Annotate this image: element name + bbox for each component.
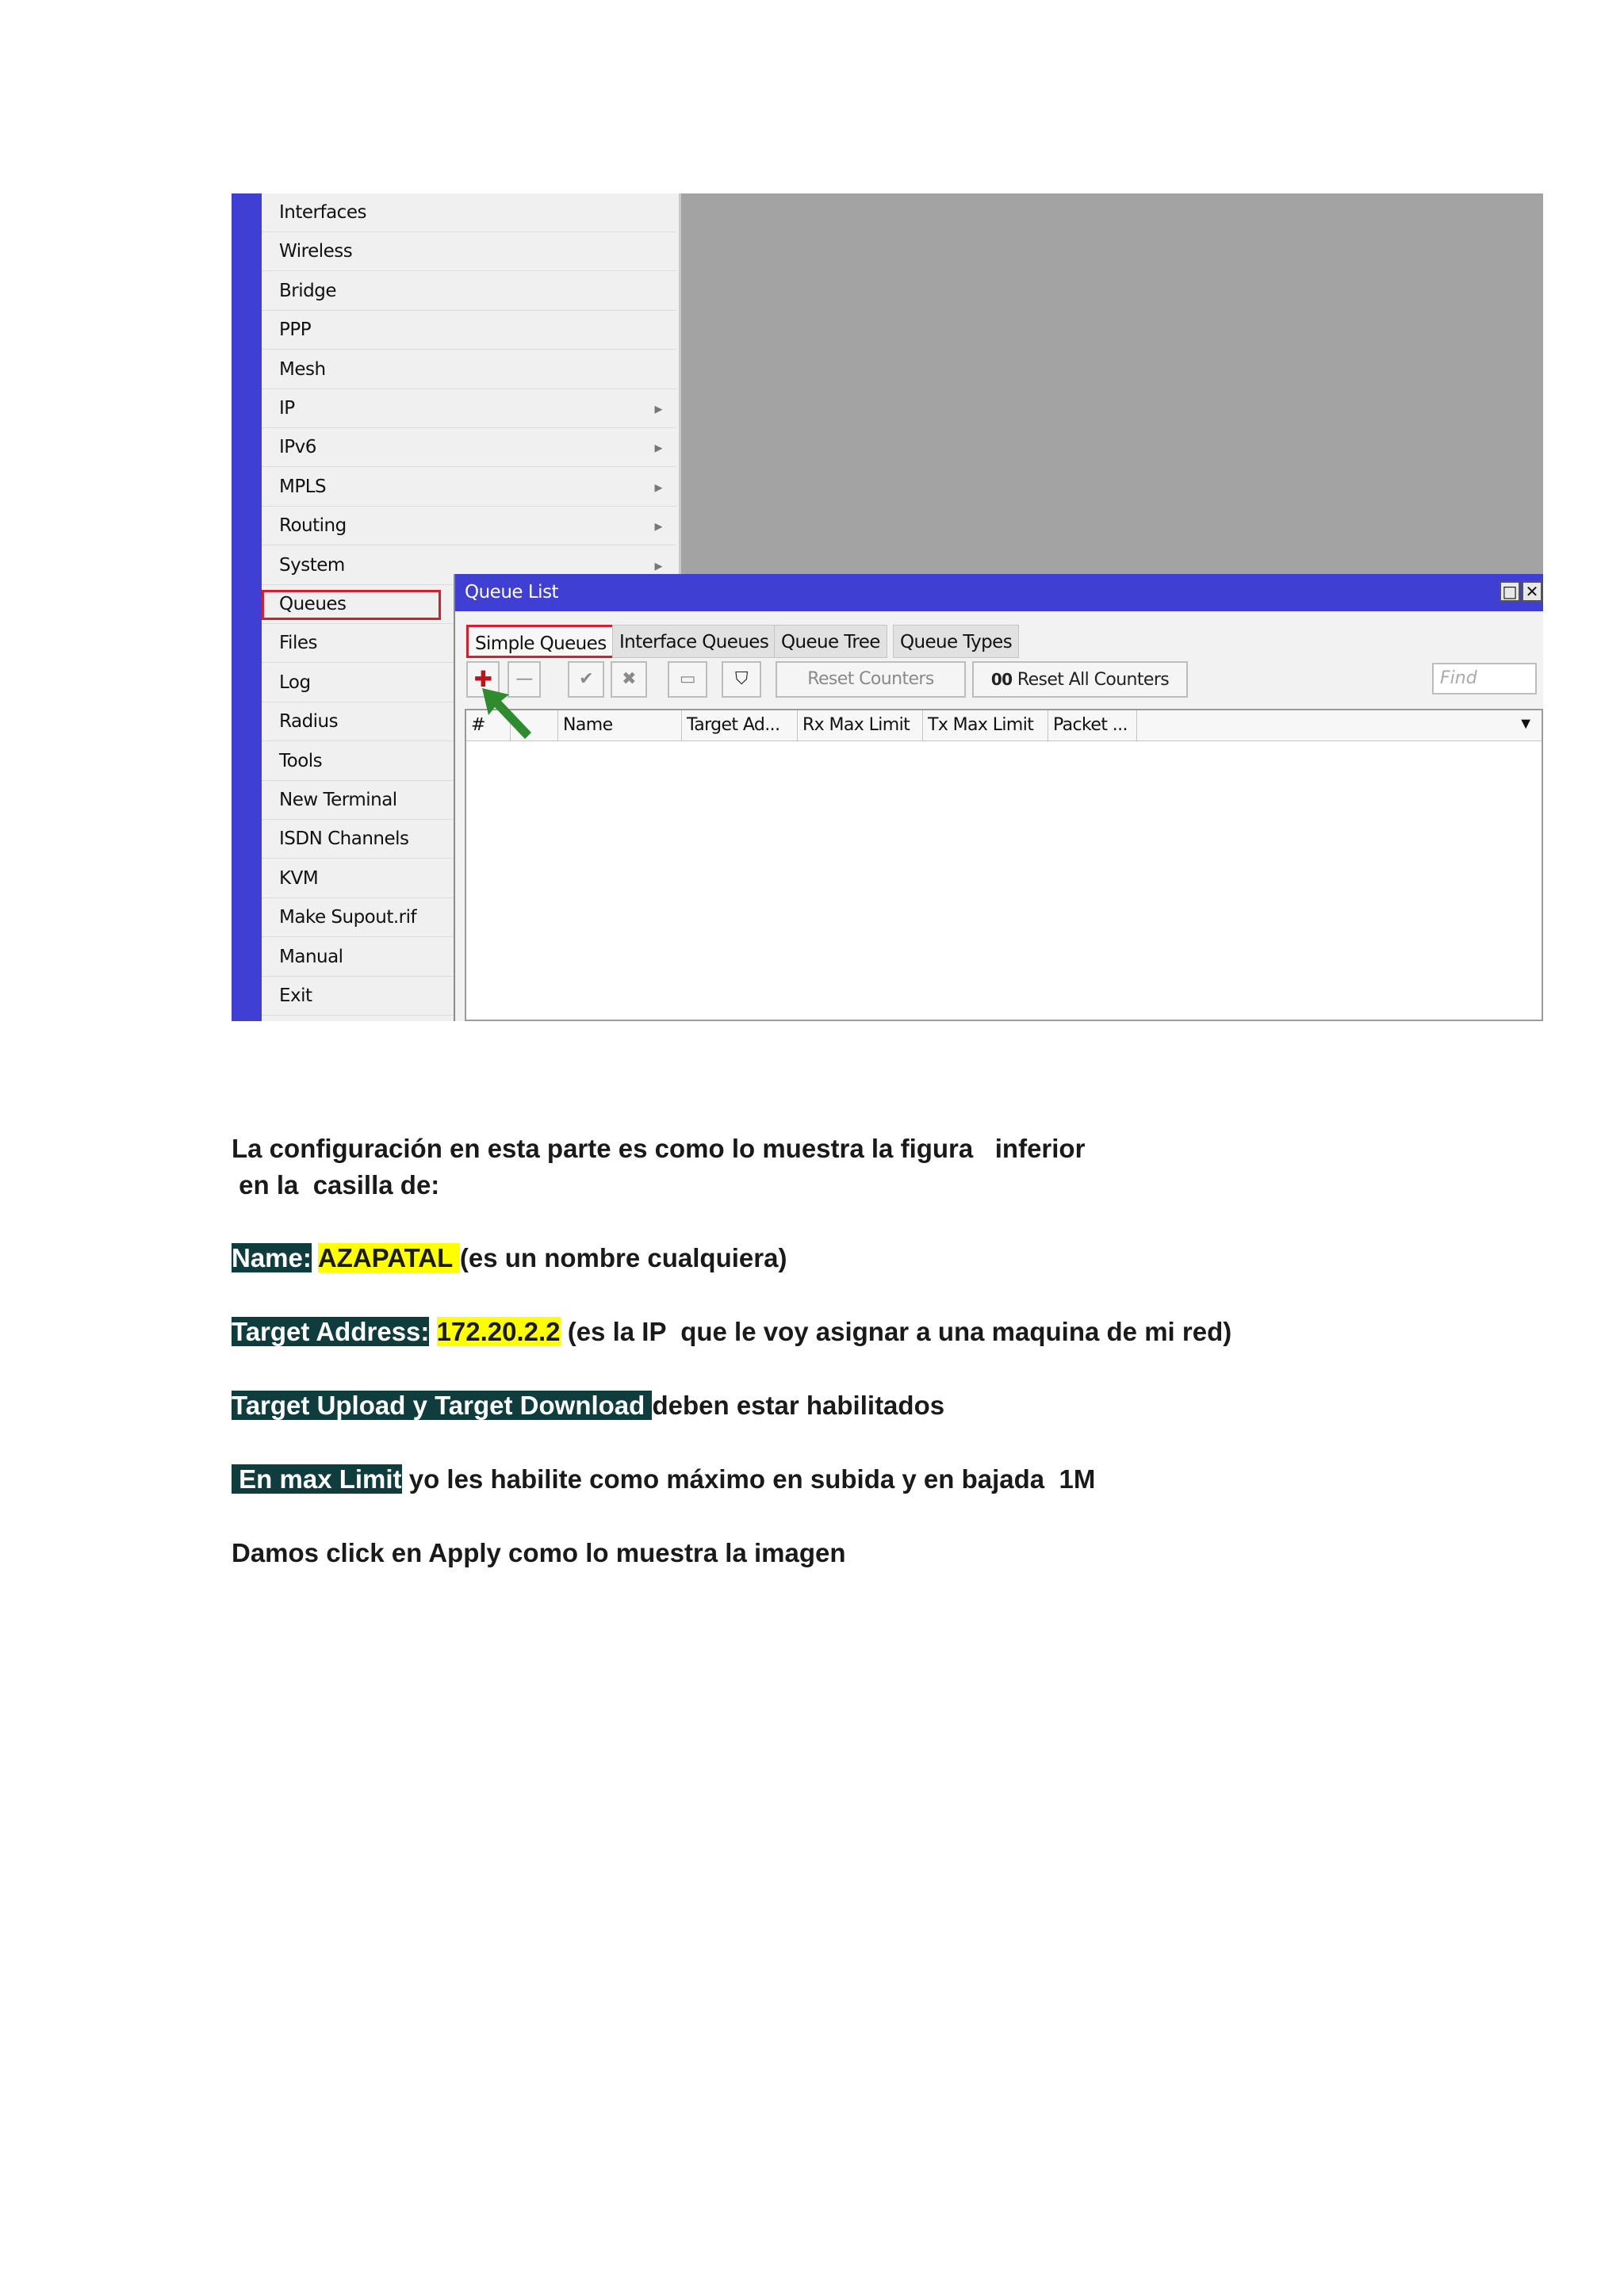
maxlimit-label: En max Limit bbox=[232, 1464, 402, 1494]
sidebar-item-label: Routing bbox=[279, 515, 347, 537]
sidebar-item-label: Files bbox=[279, 633, 317, 654]
column-name[interactable]: Name bbox=[558, 710, 682, 740]
submenu-arrow-icon: ▸ bbox=[654, 399, 662, 418]
target-value: 172.20.2.2 bbox=[436, 1317, 561, 1346]
sidebar-item-label: Log bbox=[279, 672, 311, 693]
sidebar-item-label: System bbox=[279, 554, 345, 576]
sidebar-item-bridge[interactable]: Bridge bbox=[262, 272, 676, 311]
name-note: (es un nombre cualquiera) bbox=[459, 1243, 787, 1272]
column-dropdown-icon[interactable]: ▼ bbox=[1518, 715, 1534, 733]
sidebar-item-label: New Terminal bbox=[279, 790, 397, 810]
sidebar-item-label: Manual bbox=[279, 946, 343, 967]
column-rx-max-limit[interactable]: Rx Max Limit bbox=[798, 710, 923, 740]
column-packet-marks[interactable]: Packet ... bbox=[1048, 710, 1137, 740]
close-window-icon[interactable]: ✕ bbox=[1522, 581, 1542, 602]
sidebar-item-label: KVM bbox=[279, 867, 319, 889]
sidebar-item-interfaces[interactable]: Interfaces bbox=[262, 193, 676, 232]
find-input[interactable]: Find bbox=[1432, 663, 1537, 695]
reset-all-counters-label: Reset All Counters bbox=[1017, 670, 1170, 690]
sidebar-item-wireless[interactable]: Wireless bbox=[262, 232, 676, 272]
maxlimit-instruction: En max Limit yo les habilite como máximo… bbox=[232, 1464, 1095, 1494]
tab-simple-queues[interactable]: Simple Queues bbox=[466, 625, 615, 658]
queues-highlight-box bbox=[262, 590, 441, 620]
sidebar-item-label: IP bbox=[279, 398, 295, 419]
reset-counters-label: Reset Counters bbox=[807, 669, 934, 689]
name-label: Name: bbox=[232, 1243, 312, 1272]
sidebar-item-label: Bridge bbox=[279, 280, 336, 301]
sidebar-item-label: Tools bbox=[279, 750, 323, 771]
target-label: Target Address: bbox=[232, 1317, 430, 1346]
table-header: # Name Target Ad... Rx Max Limit Tx Max … bbox=[466, 710, 1542, 741]
sidebar-item-label: Radius bbox=[279, 711, 339, 733]
counter-icon: 00 bbox=[990, 670, 1013, 689]
disable-icon[interactable]: ✖ bbox=[611, 661, 647, 698]
column-tx-max-limit[interactable]: Tx Max Limit bbox=[923, 710, 1048, 740]
column-target-address[interactable]: Target Ad... bbox=[682, 710, 798, 740]
queue-table: # Name Target Ad... Rx Max Limit Tx Max … bbox=[465, 709, 1543, 1021]
target-note: (es la IP que le voy asignar a una maqui… bbox=[560, 1317, 1232, 1346]
submenu-arrow-icon: ▸ bbox=[654, 438, 662, 457]
maxlimit-note: yo les habilite como máximo en subida y … bbox=[401, 1464, 1096, 1494]
intro-line-2: en la casilla de: bbox=[232, 1170, 440, 1200]
comment-icon[interactable]: ▭ bbox=[668, 661, 707, 698]
upload-note: deben estar habilitados bbox=[652, 1391, 945, 1420]
sidebar-item-label: Make Supout.rif bbox=[279, 907, 417, 928]
tab-interface-queues[interactable]: Interface Queues bbox=[612, 625, 776, 658]
tab-queue-types[interactable]: Queue Types bbox=[893, 625, 1020, 658]
sidebar-item-ipv6[interactable]: IPv6 ▸ bbox=[262, 428, 676, 468]
enable-icon[interactable]: ✔ bbox=[568, 661, 604, 698]
sidebar-item-label: Exit bbox=[279, 985, 312, 1006]
sidebar-item-mesh[interactable]: Mesh bbox=[262, 350, 676, 389]
reset-counters-button[interactable]: Reset Counters bbox=[776, 661, 966, 698]
sidebar-item-mpls[interactable]: MPLS ▸ bbox=[262, 468, 676, 507]
sidebar-item-label: MPLS bbox=[279, 476, 327, 497]
reset-all-counters-button[interactable]: 00 Reset All Counters bbox=[972, 661, 1188, 698]
sidebar-vertical-bar bbox=[232, 193, 262, 1021]
submenu-arrow-icon: ▸ bbox=[654, 516, 662, 536]
green-arrow-icon bbox=[482, 688, 531, 739]
tab-queue-tree[interactable]: Queue Tree bbox=[774, 625, 887, 658]
sidebar-item-label: Wireless bbox=[279, 241, 353, 262]
apply-instruction: Damos click en Apply como lo muestra la … bbox=[232, 1538, 846, 1567]
sidebar-item-label: ISDN Channels bbox=[279, 828, 409, 850]
upload-label: Target Upload y Target Download bbox=[232, 1391, 653, 1420]
restore-window-icon[interactable]: □ bbox=[1500, 581, 1520, 602]
name-instruction: Name: AZAPATAL (es un nombre cualquiera) bbox=[232, 1243, 787, 1273]
sidebar-item-label: PPP bbox=[279, 320, 312, 341]
sidebar-item-ip[interactable]: IP ▸ bbox=[262, 389, 676, 428]
upload-instruction: Target Upload y Target Download deben es… bbox=[232, 1391, 944, 1421]
filter-icon[interactable]: ⛉ bbox=[722, 661, 761, 698]
window-title: Queue List bbox=[455, 574, 1543, 611]
intro-line-1: La configuración en esta parte es como l… bbox=[232, 1134, 1086, 1163]
sidebar-item-routing[interactable]: Routing ▸ bbox=[262, 507, 676, 546]
target-instruction: Target Address: 172.20.2.2 (es la IP que… bbox=[232, 1317, 1231, 1347]
sidebar-item-label: IPv6 bbox=[279, 437, 316, 458]
sidebar-item-label: Interfaces bbox=[279, 202, 366, 223]
queue-list-window: Queue List □ ✕ Simple Queues Interface Q… bbox=[454, 574, 1543, 1021]
winbox-screenshot: Interfaces Wireless Bridge PPP Mesh IP ▸ IPv6 ▸ M… bbox=[232, 193, 1543, 1021]
submenu-arrow-icon: ▸ bbox=[654, 476, 662, 496]
sidebar-item-ppp[interactable]: PPP bbox=[262, 311, 676, 350]
sidebar-item-label: Mesh bbox=[279, 358, 326, 380]
name-value: AZAPATAL bbox=[317, 1243, 460, 1272]
